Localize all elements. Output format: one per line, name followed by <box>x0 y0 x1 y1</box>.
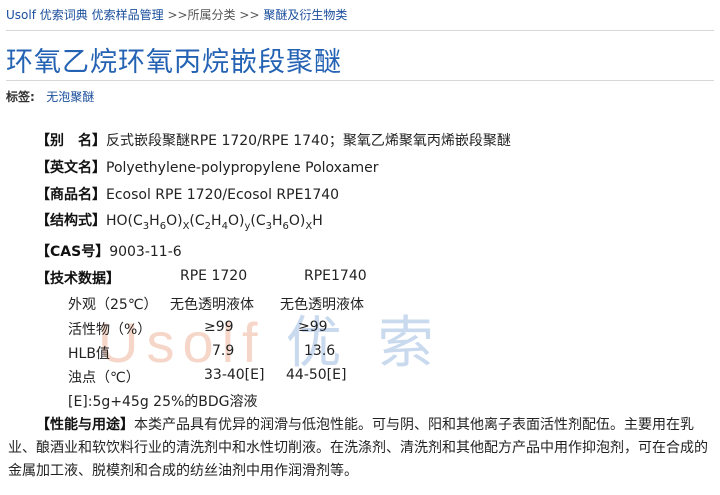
cas-value: 9003-11-6 <box>109 244 182 260</box>
tech-col1-header: RPE 1720 <box>180 268 248 284</box>
usage-label: 【性能与用途】 <box>36 417 134 433</box>
tech-row-name: 浊点（℃） <box>68 370 140 386</box>
tech-row-name: 活性物（%） <box>68 322 152 338</box>
tech-label: 【技术数据】 <box>36 271 120 287</box>
breadcrumb-category[interactable]: 聚醚及衍生物类 <box>263 8 347 22</box>
breadcrumb-sep: >> <box>167 8 188 22</box>
formula-label: 【结构式】 <box>36 213 106 229</box>
tags-label: 标签: <box>6 90 35 104</box>
trade-row: 【商品名】Ecosol RPE 1720/Ecosol RPE1740 <box>36 184 339 204</box>
alias-row: 【别 名】反式嵌段聚醚RPE 1720/RPE 1740；聚氧乙烯聚氧丙烯嵌段聚… <box>36 130 511 150</box>
tech-row-v2: 无色透明液体 <box>280 297 364 313</box>
tech-row-v1: 7.9 <box>212 343 235 359</box>
tech-row-v2: 44-50[E] <box>286 367 347 383</box>
usage-paragraph: 【性能与用途】本类产品具有优异的润滑与低泡性能。可与阴、阳和其他离子表面活性剂配… <box>8 414 714 483</box>
breadcrumb-samples[interactable]: 优索样品管理 <box>92 8 164 22</box>
formula-value: HO(C3H6O)X(C2H4O)y(C3H6O)XH <box>106 213 323 232</box>
tech-row-v2: 13.6 <box>304 343 336 359</box>
tags: 标签: 无泡聚醚 <box>6 88 94 105</box>
breadcrumb-sep: >> <box>239 8 260 22</box>
english-value: Polyethylene-polypropylene Poloxamer <box>106 160 379 176</box>
alias-label: 【别 名】 <box>36 133 106 149</box>
alias-value: 反式嵌段聚醚RPE 1720/RPE 1740；聚氧乙烯聚氧丙烯嵌段聚醚 <box>106 133 511 149</box>
tech-row-v2: ≥99 <box>298 319 328 335</box>
cas-row: 【CAS号】9003-11-6 <box>36 241 182 261</box>
tech-row-name: 外观（25℃） <box>68 297 158 313</box>
tag-link[interactable]: 无泡聚醚 <box>46 90 94 104</box>
breadcrumb-category-label: 所属分类 <box>187 8 236 22</box>
tech-row-name: HLB值 <box>68 346 110 362</box>
page-title: 环氧乙烷环氧丙烷嵌段聚醚 <box>6 47 342 78</box>
breadcrumb-home[interactable]: Usolf 优索词典 <box>6 8 88 22</box>
trade-value: Ecosol RPE 1720/Ecosol RPE1740 <box>106 187 340 203</box>
english-label: 【英文名】 <box>36 160 106 176</box>
breadcrumb: Usolf 优索词典 优索样品管理 >>所属分类 >> 聚醚及衍生物类 <box>6 6 347 23</box>
tech-col2-header: RPE1740 <box>304 268 367 284</box>
tech-row-v1: 33-40[E] <box>204 367 265 383</box>
divider <box>6 30 714 31</box>
tech-note: [E]:5g+45g 25%的BDG溶液 <box>68 394 258 410</box>
tech-row-v1: ≥99 <box>204 319 234 335</box>
cas-label: 【CAS号】 <box>36 244 110 260</box>
formula-row: 【结构式】HO(C3H6O)X(C2H4O)y(C3H6O)XH <box>36 210 323 232</box>
trade-label: 【商品名】 <box>36 187 106 203</box>
tech-row-v1: 无色透明液体 <box>170 297 254 313</box>
divider <box>6 80 714 81</box>
english-row: 【英文名】Polyethylene-polypropylene Poloxame… <box>36 157 379 177</box>
